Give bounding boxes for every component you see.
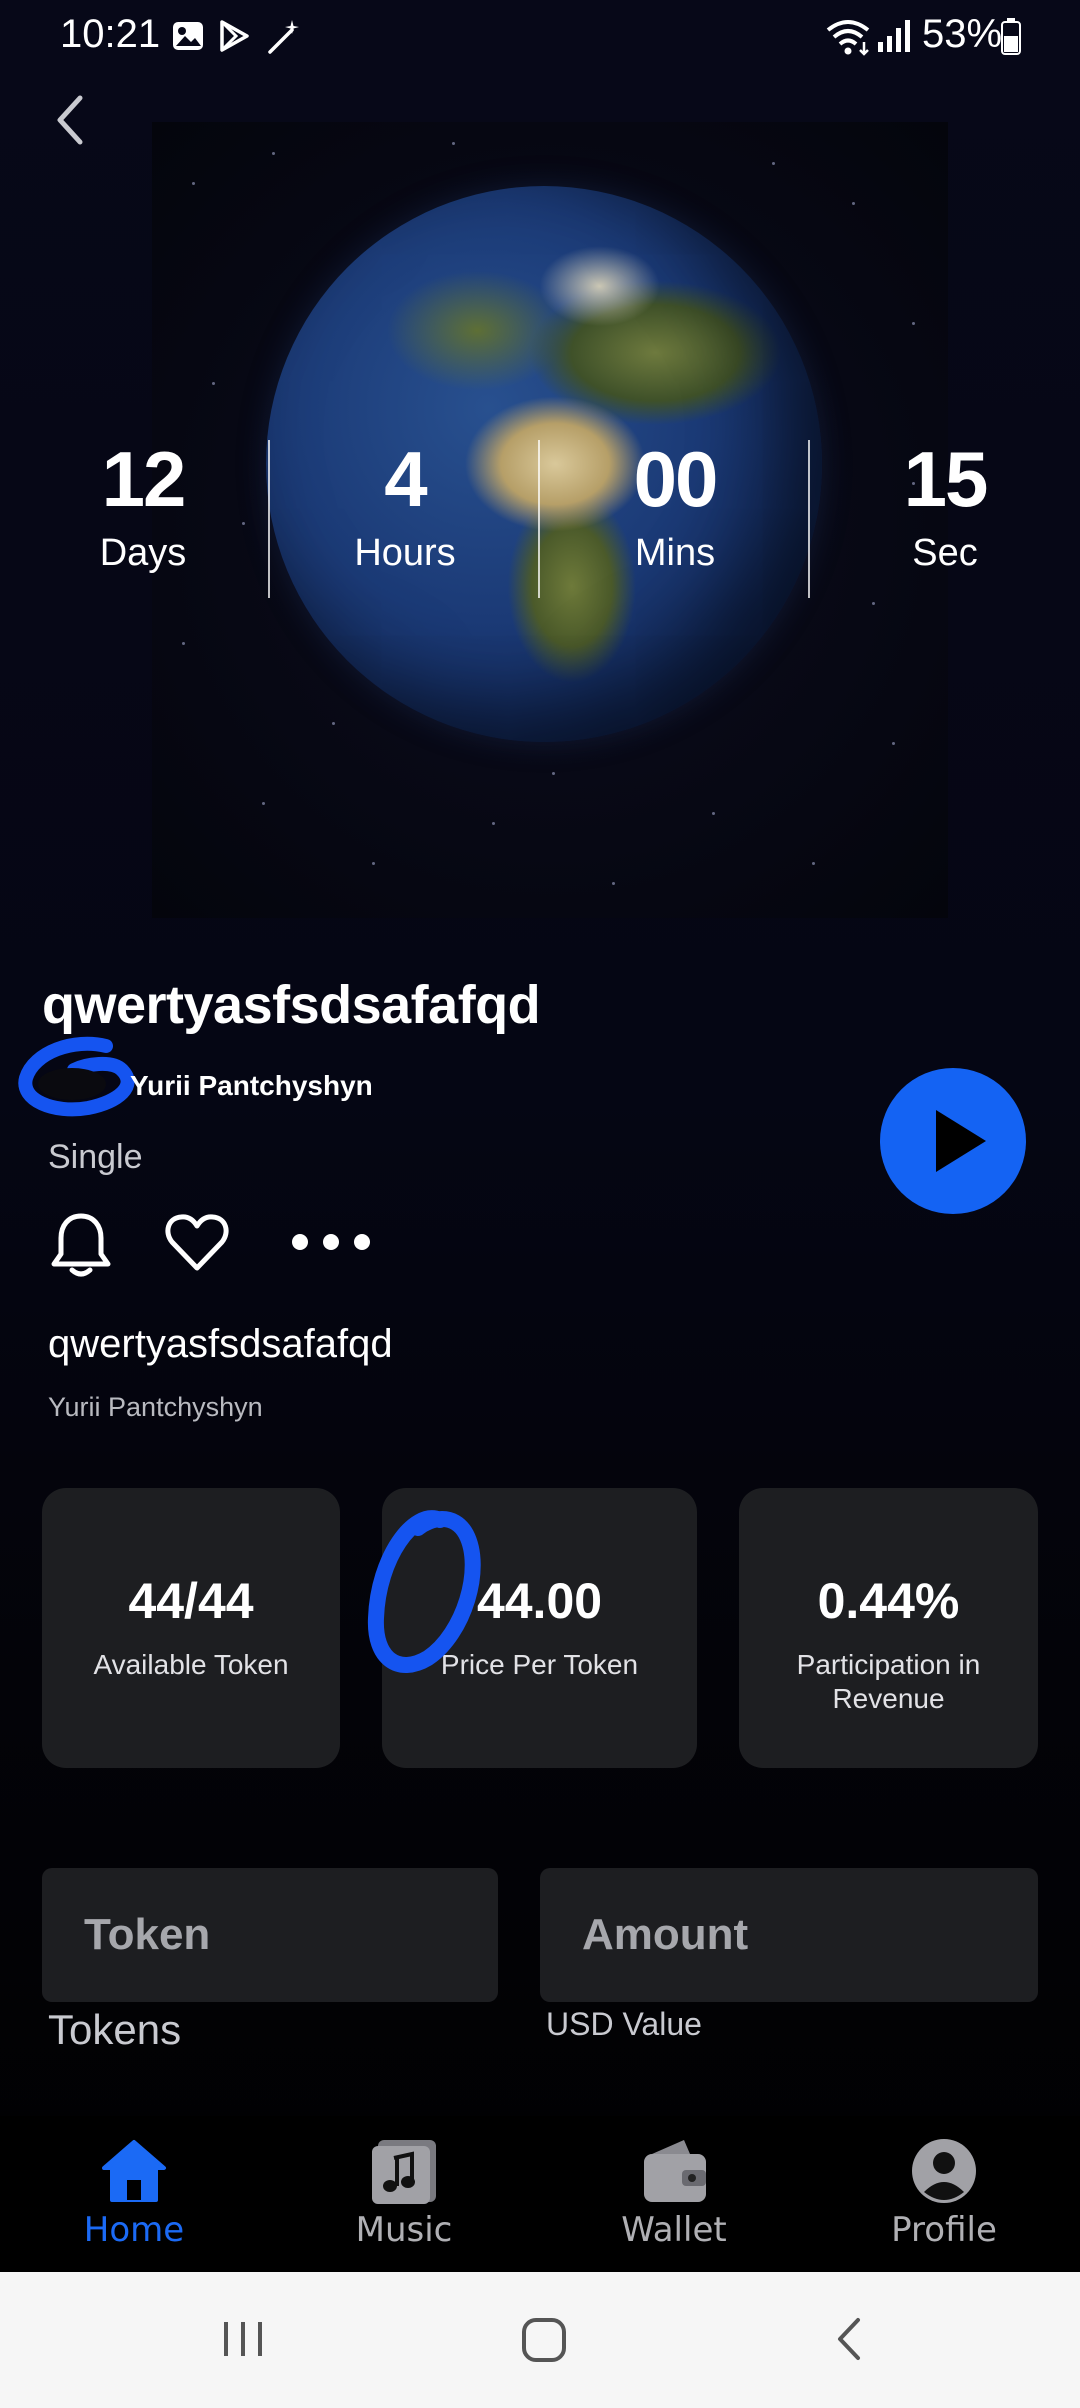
magic-wand-icon: [262, 18, 302, 63]
mins-label: Mins: [634, 532, 716, 574]
back-button[interactable]: [44, 88, 100, 152]
status-bar: 10:21 53%: [0, 0, 1080, 72]
available-token-label: Available Token: [93, 1649, 289, 1680]
countdown-mins: 00 Mins: [575, 440, 775, 575]
bell-icon[interactable]: [48, 1210, 114, 1285]
song-title: qwertyasfsdsafafqd: [42, 975, 541, 1035]
back-system-button[interactable]: [826, 2314, 876, 2369]
play-icon: [936, 1110, 986, 1172]
hours-value: 4: [384, 435, 427, 523]
nav-profile-label: Profile: [891, 2210, 997, 2250]
countdown-days: 12 Days: [43, 440, 243, 575]
recent-apps-button[interactable]: [218, 2314, 268, 2369]
artist-row[interactable]: Yurii Pantchyshyn: [14, 1028, 514, 1124]
nav-home[interactable]: Home: [34, 2136, 234, 2250]
nav-music-label: Music: [355, 2210, 453, 2250]
price-per-token-card: 44.00 Price Per Token: [367, 1488, 697, 1768]
signal-icon: [876, 18, 912, 59]
mins-value: 00: [633, 435, 719, 523]
track-title: qwertyasfsdsafafqd: [48, 1322, 393, 1366]
nav-wallet[interactable]: Wallet: [574, 2136, 774, 2250]
nav-profile[interactable]: Profile: [844, 2136, 1044, 2250]
nav-wallet-label: Wallet: [621, 2210, 727, 2250]
countdown-divider: [538, 440, 540, 598]
home-system-button[interactable]: [518, 2314, 570, 2371]
home-icon: [102, 2140, 166, 2202]
countdown-timer: 12 Days 4 Hours 00 Mins 15 Sec: [0, 440, 1080, 610]
home-square-icon: [522, 2318, 566, 2362]
system-navigation-bar: [0, 2272, 1080, 2408]
battery-icon: [1000, 16, 1022, 61]
tokens-caption: Tokens: [48, 2006, 182, 2053]
participation-value: 0.44%: [817, 1573, 960, 1629]
status-time: 10:21: [60, 12, 161, 56]
gallery-icon: [170, 18, 206, 59]
heart-icon[interactable]: [164, 1210, 230, 1281]
recent-apps-icon: [224, 2322, 262, 2356]
secs-label: Sec: [912, 532, 978, 574]
scribble-overlay: [367, 1510, 481, 1673]
days-value: 12: [101, 435, 187, 523]
bottom-navigation: Home Music Wallet Profile: [0, 2116, 1080, 2272]
wifi-icon: [824, 16, 872, 61]
usd-value-caption: USD Value: [546, 2006, 702, 2042]
nav-music[interactable]: Music: [304, 2136, 504, 2250]
back-chevron-icon: [838, 2318, 860, 2360]
days-label: Days: [99, 532, 187, 574]
participation-label: Participation in Revenue: [796, 1649, 981, 1714]
artist-avatar: [14, 1028, 136, 1124]
countdown-hours: 4 Hours: [305, 440, 505, 575]
hours-label: Hours: [354, 532, 456, 574]
token-input[interactable]: [42, 1868, 498, 2002]
more-options-icon[interactable]: [288, 1224, 374, 1265]
participation-card: 0.44% Participation in Revenue: [739, 1488, 1038, 1768]
countdown-divider: [808, 440, 810, 598]
countdown-divider: [268, 440, 270, 598]
secs-value: 15: [903, 435, 989, 523]
profile-icon: [912, 2139, 976, 2203]
screen: 10:21 53% 12 Days 4 Hours 00 Mins 15 Sec…: [0, 0, 1080, 2408]
action-row: [48, 1210, 388, 1280]
battery-percentage: 53%: [922, 12, 1003, 56]
nav-home-label: Home: [83, 2210, 185, 2250]
music-icon: [372, 2140, 436, 2204]
track-artist: Yurii Pantchyshyn: [48, 1392, 263, 1422]
available-token-value: 44/44: [128, 1573, 254, 1629]
amount-input[interactable]: [540, 1868, 1038, 2002]
play-store-icon: [216, 18, 252, 59]
wallet-icon: [644, 2140, 706, 2202]
play-button[interactable]: [880, 1068, 1026, 1214]
artist-name: Yurii Pantchyshyn: [130, 1070, 373, 1101]
chevron-left-icon: [57, 95, 83, 145]
countdown-secs: 15 Sec: [845, 440, 1045, 575]
release-type: Single: [48, 1138, 143, 1176]
available-token-card: 44/44 Available Token: [42, 1488, 340, 1768]
